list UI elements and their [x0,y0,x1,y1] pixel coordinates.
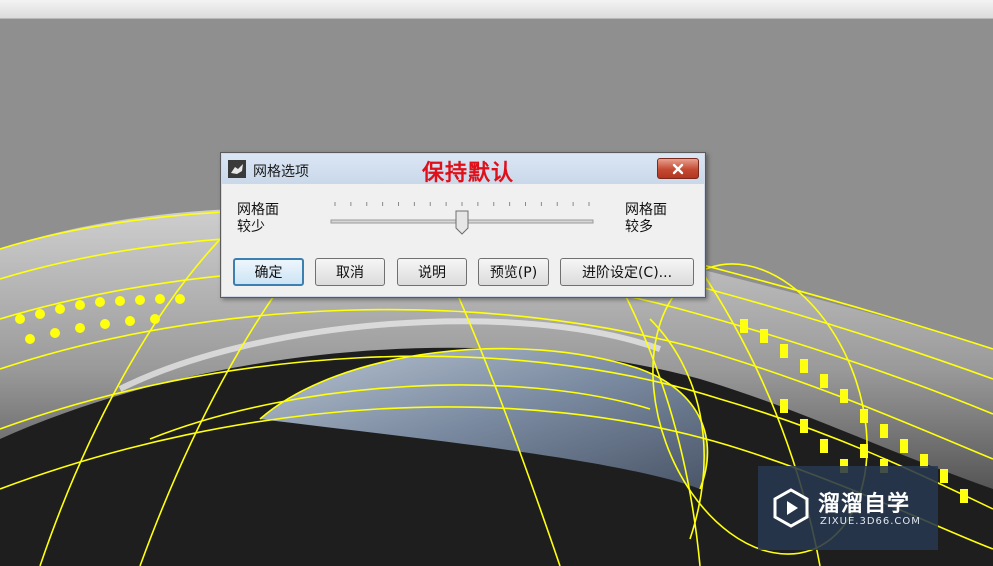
annotation-label: 保持默认 [422,161,515,186]
dialog-titlebar[interactable]: 网格选项 保持默认 [222,154,704,186]
watermark-brand: 溜溜自学 [818,492,911,517]
slider-max-label: 网格面 较多 [625,202,667,236]
rhino-icon [228,160,246,178]
slider-min-label-line1: 网格面 [237,202,279,218]
slider-min-label: 网格面 较少 [237,202,279,236]
mesh-options-dialog: 网格选项 保持默认 网格面 较少 网格面 较多 确定 取消 说明 预览(P) 进… [220,152,706,298]
watermark: 溜溜自学 ZIXUE.3D66.COM [758,466,938,550]
close-button[interactable] [657,158,699,179]
preview-button[interactable]: 预览(P) [478,258,549,286]
cancel-button[interactable]: 取消 [315,258,385,286]
slider-thumb[interactable] [455,210,469,235]
help-button[interactable]: 说明 [397,258,467,286]
slider-ticks [334,202,590,206]
dialog-title: 网格选项 [253,164,309,180]
ok-button[interactable]: 确定 [233,258,304,286]
close-icon [672,163,684,174]
advanced-settings-button[interactable]: 进阶设定(C)... [560,258,694,286]
slider-max-label-line2: 较多 [625,219,653,235]
slider-min-label-line2: 较少 [237,219,265,235]
play-icon [773,488,809,528]
mesh-density-slider[interactable] [329,199,595,239]
top-toolbar [0,0,993,19]
watermark-url: ZIXUE.3D66.COM [820,516,921,527]
slider-max-label-line1: 网格面 [625,202,667,218]
